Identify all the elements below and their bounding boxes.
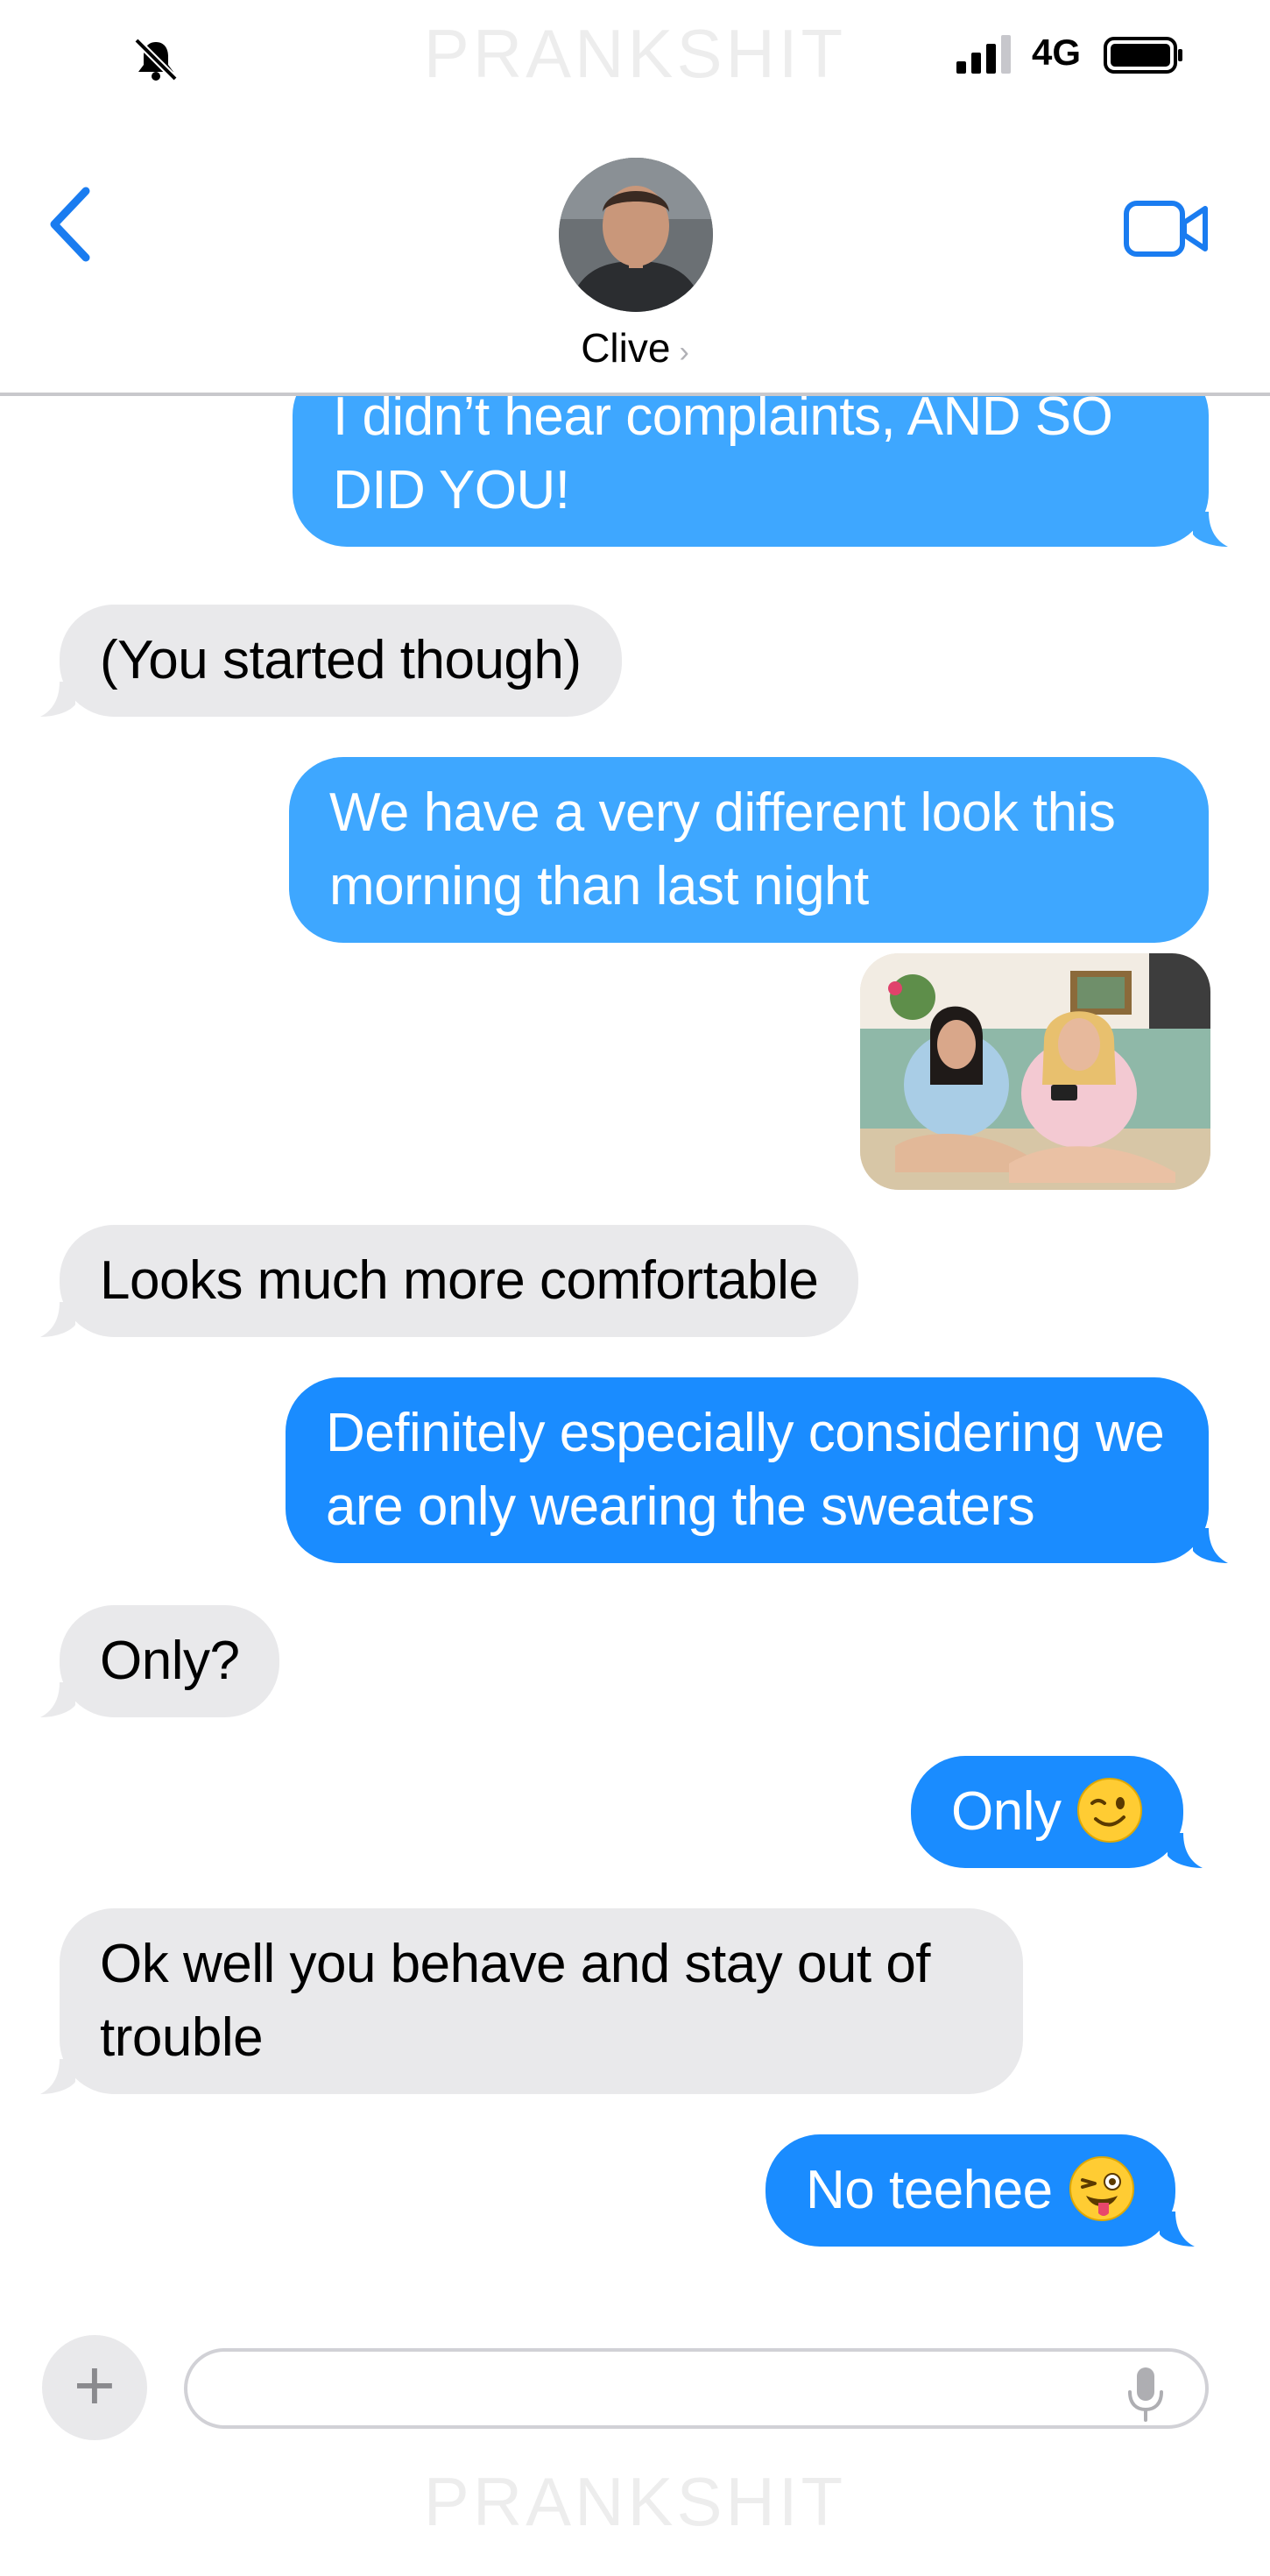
cellular-signal-icon: [956, 35, 1011, 74]
microphone-icon[interactable]: [1126, 2366, 1165, 2422]
avatar-photo: [559, 158, 713, 312]
sent-message-bubble[interactable]: We have a very different look this morni…: [289, 757, 1209, 943]
contact-avatar[interactable]: [559, 158, 713, 312]
chevron-right-icon: ›: [679, 336, 689, 369]
sent-message-bubble[interactable]: Only: [911, 1756, 1203, 1868]
bubble-tail: [1193, 512, 1228, 547]
photo-attachment[interactable]: [860, 953, 1210, 1190]
message-text: Only?: [100, 1631, 240, 1691]
sent-message-bubble[interactable]: No teehee: [766, 2134, 1195, 2247]
message-text: (You started though): [100, 630, 582, 690]
message-text: Ok well you behave and stay out of troub…: [100, 1934, 931, 2068]
message-thread: I didn’t hear complaints, AND SO DID YOU…: [0, 361, 1270, 2285]
message-input[interactable]: [184, 2348, 1209, 2429]
sent-message-bubble[interactable]: Definitely especially considering we are…: [286, 1377, 1228, 1563]
message-text: We have a very different look this morni…: [329, 782, 1116, 916]
contact-name: Clive: [581, 325, 671, 371]
winking-face-with-tongue-emoji-icon: [1069, 2155, 1134, 2221]
received-message-bubble[interactable]: (You started though): [40, 605, 622, 717]
bubble-tail: [40, 1302, 75, 1337]
received-message-bubble[interactable]: Looks much more comfortable: [40, 1225, 859, 1337]
contact-name-row[interactable]: Clive ›: [0, 324, 1270, 372]
message-text: No teehee: [806, 2160, 1053, 2220]
bubble-tail: [40, 2059, 75, 2094]
network-type-label: 4G: [1032, 32, 1082, 73]
message-text: I didn’t hear complaints, AND SO DID YOU…: [333, 386, 1113, 520]
bubble-tail: [40, 682, 75, 717]
status-bar: PRANKSHIT 4G: [0, 0, 1270, 114]
back-chevron-icon[interactable]: [44, 184, 96, 265]
bubble-tail: [40, 1682, 75, 1717]
bubble-tail: [1193, 1528, 1228, 1563]
add-attachment-button[interactable]: +: [42, 2335, 147, 2440]
bubble-tail: [1159, 2212, 1195, 2247]
received-message-bubble[interactable]: Ok well you behave and stay out of troub…: [40, 1908, 1023, 2094]
bubble-tail: [1168, 1833, 1203, 1868]
conversation-header: Clive ›: [0, 114, 1270, 396]
message-composer: +: [0, 2313, 1270, 2453]
battery-icon: [1104, 37, 1182, 74]
message-text: Definitely especially considering we are…: [326, 1403, 1165, 1537]
winking-face-emoji-icon: [1077, 1777, 1143, 1843]
message-text: Only: [951, 1781, 1062, 1842]
video-camera-icon[interactable]: [1123, 198, 1210, 259]
message-text: Looks much more comfortable: [100, 1250, 819, 1311]
photo-image: [860, 953, 1210, 1190]
watermark-bottom: PRANKSHIT: [423, 2463, 847, 2540]
received-message-bubble[interactable]: Only?: [40, 1605, 280, 1717]
